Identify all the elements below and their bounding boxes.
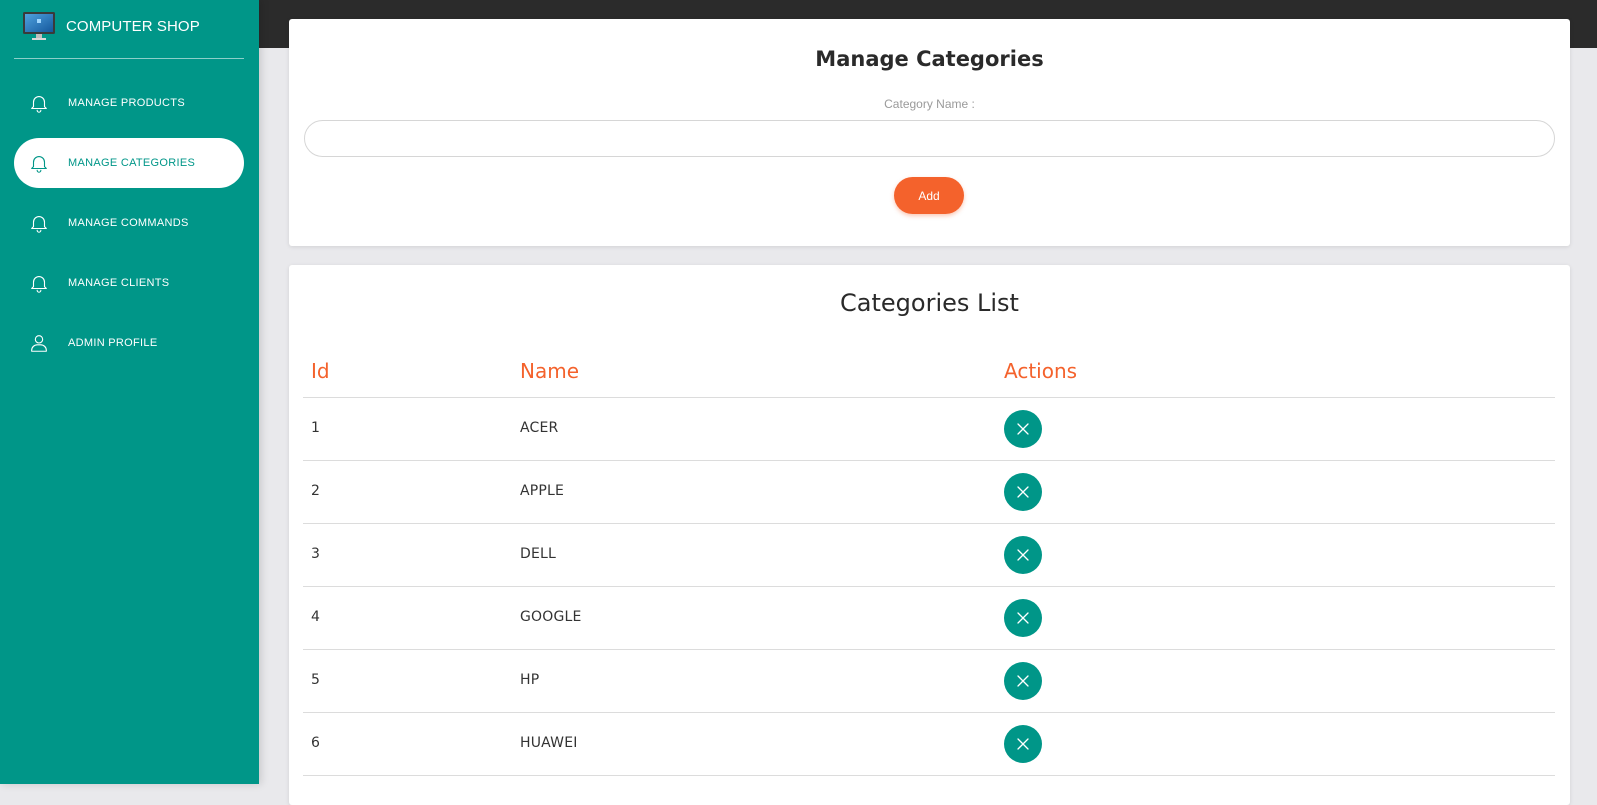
sidebar-item-label: ADMIN PROFILE [68,337,158,349]
table-row: 1 ACER [303,398,1555,461]
row-id: 4 [311,609,321,625]
sidebar-item-manage-commands[interactable]: MANAGE COMMANDS [14,198,244,248]
column-header-name: Name [520,359,580,383]
sidebar-item-manage-clients[interactable]: MANAGE CLIENTS [14,258,244,308]
sidebar-item-manage-products[interactable]: MANAGE PRODUCTS [14,78,244,128]
bell-icon [31,216,47,233]
close-icon [1017,486,1029,498]
row-name: APPLE [520,483,565,499]
delete-button[interactable] [1004,599,1042,637]
delete-button[interactable] [1004,410,1042,448]
page-title: Manage Categories [815,47,1044,71]
add-button[interactable]: Add [894,177,964,214]
row-name: GOOGLE [520,609,582,625]
brand-name: COMPUTER SHOP [66,18,200,35]
sidebar-item-label: MANAGE CLIENTS [68,277,170,289]
close-icon [1017,423,1029,435]
delete-button[interactable] [1004,536,1042,574]
computer-monitor-icon [23,12,55,40]
row-id: 3 [311,546,321,562]
close-icon [1017,549,1029,561]
table-row: 5 HP [303,650,1555,713]
sidebar-item-label: MANAGE CATEGORIES [68,157,196,169]
row-id: 1 [311,420,321,436]
row-id: 6 [311,735,321,751]
table-row: 4 GOOGLE [303,587,1555,650]
bell-icon [31,156,47,173]
delete-button[interactable] [1004,662,1042,700]
sidebar-item-admin-profile[interactable]: ADMIN PROFILE [14,318,244,368]
sidebar-item-label: MANAGE COMMANDS [68,217,189,229]
delete-button[interactable] [1004,473,1042,511]
categories-table: Id Name Actions 1 ACER 2 APPLE 3 DELL 4 … [303,343,1555,776]
row-id: 2 [311,483,321,499]
bell-icon [31,276,47,293]
close-icon [1017,675,1029,687]
category-name-label: Category Name : [884,97,975,111]
table-header: Id Name Actions [303,343,1555,398]
user-icon [31,335,47,352]
categories-list-card: Categories List Id Name Actions 1 ACER 2… [289,265,1570,805]
close-icon [1017,612,1029,624]
close-icon [1017,738,1029,750]
sidebar-item-label: MANAGE PRODUCTS [68,97,185,109]
row-name: HUAWEI [520,735,578,751]
brand-divider [14,58,244,59]
table-row: 6 HUAWEI [303,713,1555,776]
list-title: Categories List [840,289,1019,317]
column-header-actions: Actions [1004,359,1078,383]
table-row: 2 APPLE [303,461,1555,524]
column-header-id: Id [311,359,330,383]
table-row: 3 DELL [303,524,1555,587]
sidebar-item-manage-categories[interactable]: MANAGE CATEGORIES [14,138,244,188]
sidebar: COMPUTER SHOP MANAGE PRODUCTS MANAGE CAT… [0,0,259,784]
row-name: ACER [520,420,559,436]
manage-categories-card: Manage Categories Category Name : Add [289,19,1570,246]
row-name: DELL [520,546,557,562]
row-id: 5 [311,672,321,688]
sidebar-nav: MANAGE PRODUCTS MANAGE CATEGORIES MANAGE… [14,78,244,378]
brand[interactable]: COMPUTER SHOP [0,0,259,58]
category-name-input[interactable] [304,120,1555,157]
bell-icon [31,96,47,113]
delete-button[interactable] [1004,725,1042,763]
row-name: HP [520,672,540,688]
